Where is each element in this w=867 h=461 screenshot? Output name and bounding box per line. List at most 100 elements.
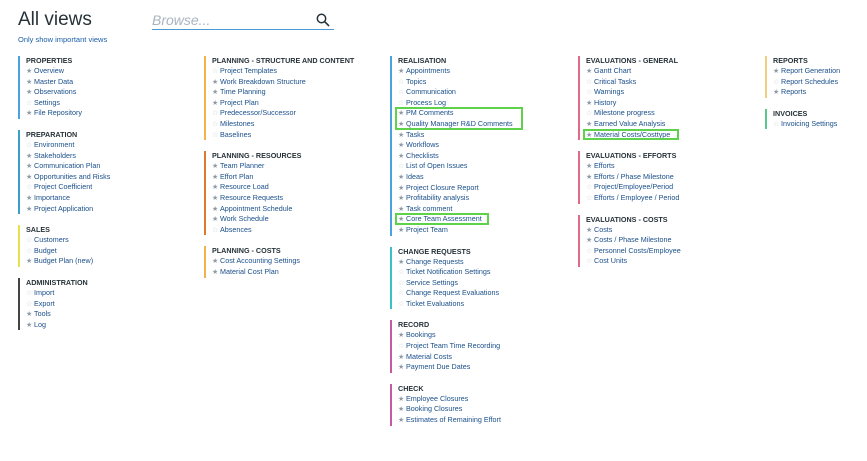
view-link[interactable]: ☆ Milestones <box>212 119 354 130</box>
view-link[interactable]: ★ Bookings <box>398 330 513 341</box>
view-link[interactable]: ☆ Milestone progress <box>586 108 681 119</box>
star-filled-icon[interactable]: ★ <box>212 268 220 279</box>
view-link[interactable]: ☆ Environment <box>26 140 110 151</box>
view-link[interactable]: ☆ Ticket Notification Settings <box>398 267 513 278</box>
view-link[interactable]: ★ Appointment Schedule <box>212 204 354 215</box>
view-link[interactable]: ☆ Process Log <box>398 98 513 109</box>
view-link[interactable]: ☆ Invoicing Settings <box>773 119 840 130</box>
view-link[interactable]: ★ Project Application <box>26 204 110 215</box>
view-link[interactable]: ★ Booking Closures <box>398 404 513 415</box>
view-link[interactable]: ★ Importance <box>26 193 110 204</box>
view-link[interactable]: ☆ Predecessor/Successor <box>212 108 354 119</box>
star-filled-icon[interactable]: ★ <box>398 363 406 374</box>
view-link[interactable]: ☆ Cost Units <box>586 256 681 267</box>
view-link[interactable]: ★ Costs <box>586 225 681 236</box>
view-link[interactable]: ★ Time Planning <box>212 87 354 98</box>
view-link[interactable]: ☆ Efforts / Employee / Period <box>586 193 681 204</box>
view-link[interactable]: ★ Cost Accounting Settings <box>212 256 354 267</box>
view-link[interactable]: ★ Material Cost Plan <box>212 267 354 278</box>
view-link[interactable]: ★ Material Costs/Costtype <box>583 128 681 142</box>
view-link[interactable]: ☆ Baselines <box>212 130 354 141</box>
view-link[interactable]: ★ Material Costs <box>398 352 513 363</box>
view-link[interactable]: ★ Work Schedule <box>212 214 354 225</box>
view-link[interactable]: ☆ Project Templates <box>212 66 354 77</box>
view-link[interactable]: ★ Task comment <box>398 204 513 215</box>
search-input[interactable] <box>152 10 302 29</box>
view-link[interactable]: ★ Project Plan <box>212 98 354 109</box>
view-link[interactable]: ★ Budget Plan (new) <box>26 256 110 267</box>
view-link[interactable]: ☆ Import <box>26 288 110 299</box>
star-filled-icon[interactable]: ★ <box>398 226 406 237</box>
view-link[interactable]: ★ File Repository <box>26 108 110 119</box>
view-link[interactable]: ★ Change Requests <box>398 257 513 268</box>
view-link[interactable]: ☆ Communication <box>398 87 513 98</box>
view-link[interactable]: ☆ Personnel Costs/Employee <box>586 246 681 257</box>
view-link[interactable]: ★ PM Comments <box>395 107 523 130</box>
view-link[interactable]: ★ Work Breakdown Structure <box>212 77 354 88</box>
view-link[interactable]: ★ Effort Plan <box>212 172 354 183</box>
view-link[interactable]: ★ Core Team Assessment <box>395 213 513 225</box>
star-empty-icon[interactable]: ☆ <box>212 226 220 237</box>
star-empty-icon[interactable]: ☆ <box>398 300 406 311</box>
view-link[interactable]: ★ Communication Plan <box>26 161 110 172</box>
view-link[interactable]: ★ Earned Value Analysis <box>586 119 681 130</box>
view-link[interactable]: ★ Efforts <box>586 161 681 172</box>
view-link[interactable]: ★ Resource Requests <box>212 193 354 204</box>
view-link[interactable]: ★ Log <box>26 320 110 331</box>
view-link[interactable]: ★ Quality Manager R&D Comments <box>398 119 513 130</box>
view-link[interactable]: ★ Costs / Phase Milestone <box>586 235 681 246</box>
view-link[interactable]: ★ Profitability analysis <box>398 193 513 204</box>
star-filled-icon[interactable]: ★ <box>26 205 34 216</box>
view-link[interactable]: ☆ Absences <box>212 225 354 236</box>
view-link[interactable]: ☆ Settings <box>26 98 110 109</box>
view-link[interactable]: ★ Overview <box>26 66 110 77</box>
view-link[interactable]: ☆ Export <box>26 299 110 310</box>
view-link[interactable]: ☆ Warnings <box>586 87 681 98</box>
view-link[interactable]: ★ Master Data <box>26 77 110 88</box>
view-link[interactable]: ★ Ideas <box>398 172 513 183</box>
view-link[interactable]: ★ Tools <box>26 309 110 320</box>
view-link[interactable]: ☆ Report Schedules <box>773 77 840 88</box>
star-filled-icon[interactable]: ★ <box>398 416 406 427</box>
view-link[interactable]: ★ Team Planner <box>212 161 354 172</box>
view-link[interactable]: ★ Reports <box>773 87 840 98</box>
view-link[interactable]: ☆ Service Settings <box>398 278 513 289</box>
view-link[interactable]: ☆ Budget <box>26 246 110 257</box>
view-link[interactable]: ★ Stakeholders <box>26 151 110 162</box>
view-link[interactable]: ☆ Topics <box>398 77 513 88</box>
view-link[interactable]: ☆ Project Team Time Recording <box>398 341 513 352</box>
star-empty-icon[interactable]: ☆ <box>586 194 594 205</box>
view-link[interactable]: ★ Appointments <box>398 66 513 77</box>
star-filled-icon[interactable]: ★ <box>26 321 34 332</box>
view-link[interactable]: ☆ Project/Employee/Period <box>586 182 681 193</box>
view-link[interactable]: ★ Checklists <box>398 151 513 162</box>
view-link[interactable]: ★ Workflows <box>398 140 513 151</box>
view-link[interactable]: ☆ Project Coefficient <box>26 182 110 193</box>
view-link[interactable]: ★ Project Closure Report <box>398 183 513 194</box>
view-link[interactable]: ☆ List of Open Issues <box>398 161 513 172</box>
star-empty-icon[interactable]: ☆ <box>586 257 594 268</box>
star-filled-icon[interactable]: ★ <box>773 88 781 99</box>
star-filled-icon[interactable]: ★ <box>586 131 594 142</box>
star-filled-icon[interactable]: ★ <box>26 257 34 268</box>
view-link[interactable]: ☆ Ticket Evaluations <box>398 299 513 310</box>
view-link[interactable]: ☆ Customers <box>26 235 110 246</box>
view-link[interactable]: ★ Employee Closures <box>398 394 513 405</box>
view-link[interactable]: ★ Efforts / Phase Milestone <box>586 172 681 183</box>
view-link[interactable]: ★ Payment Due Dates <box>398 362 513 373</box>
view-link[interactable]: ☆ Critical Tasks <box>586 77 681 88</box>
star-empty-icon[interactable]: ☆ <box>773 120 781 131</box>
view-link[interactable]: ★ Report Generation <box>773 66 840 77</box>
important-views-filter-link[interactable]: Only show important views <box>18 35 107 44</box>
view-link[interactable]: ★ Tasks <box>398 130 513 141</box>
view-link[interactable]: ★ Gantt Chart <box>586 66 681 77</box>
view-link[interactable]: ★ History <box>586 98 681 109</box>
view-link[interactable]: ☆ Change Request Evaluations <box>398 288 513 299</box>
star-filled-icon[interactable]: ★ <box>26 109 34 120</box>
view-link[interactable]: ★ Observations <box>26 87 110 98</box>
view-link[interactable]: ★ Resource Load <box>212 182 354 193</box>
view-link[interactable]: ★ Estimates of Remaining Effort <box>398 415 513 426</box>
view-link[interactable]: ★ Opportunities and Risks <box>26 172 110 183</box>
view-link[interactable]: ★ Project Team <box>398 225 513 236</box>
star-empty-icon[interactable]: ☆ <box>212 131 220 142</box>
